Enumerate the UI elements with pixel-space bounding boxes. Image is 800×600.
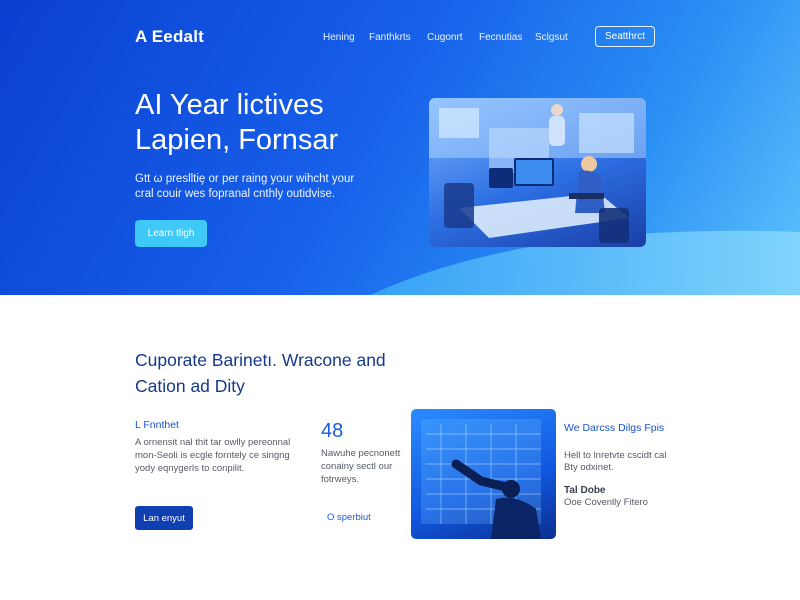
- hero-subtitle: Gtt ω preslltiȩ or per raing your wihcht…: [135, 173, 355, 200]
- learn-more-button[interactable]: Learn tligh: [135, 220, 207, 247]
- header-cta-button[interactable]: Seatthrct: [595, 26, 655, 47]
- stat-number: 48: [321, 420, 344, 442]
- side-text: Hell to lnretvte cscidt cal Bty odxinet.: [564, 450, 667, 473]
- side-subtext: Ooe Covenlly Fitero: [564, 497, 648, 508]
- hero-photo: [429, 98, 646, 247]
- side-subheading: Tal Dobe: [564, 485, 606, 496]
- feature-heading: L Fnnthet: [135, 419, 179, 431]
- nav-item-2[interactable]: Fanthkrts: [369, 32, 411, 43]
- section-title: Cuporate Barinetı. Wracone and Cation ad…: [135, 350, 386, 396]
- hologram-screen-illustration: [421, 419, 541, 539]
- hero-title: AI Year lictives Lapien, Fornsar: [135, 89, 339, 156]
- panel-photo: [411, 409, 556, 539]
- nav-item-5[interactable]: Sclgsut: [535, 32, 568, 43]
- stat-text: Nawuhe pecnonett conainy sectl our fotrw…: [321, 448, 401, 485]
- office-scene-illustration: [429, 98, 646, 243]
- nav-item-1[interactable]: Hening: [323, 32, 355, 43]
- side-heading: We Darcss Dilgs Fpis: [564, 422, 665, 434]
- primary-action-button[interactable]: Lan enyut: [135, 506, 193, 530]
- brand-logo[interactable]: A Eedalt: [135, 27, 204, 47]
- hero-section: A Eedalt Hening Fanthkrts Cugonrt Fecnut…: [0, 0, 800, 295]
- nav-item-3[interactable]: Cugonrt: [427, 32, 463, 43]
- stat-link[interactable]: O sperbiut: [327, 512, 371, 523]
- feature-text: A ornensit nal thit tar owlly pereonnal …: [135, 437, 291, 474]
- nav-item-4[interactable]: Fecnutias: [479, 32, 522, 43]
